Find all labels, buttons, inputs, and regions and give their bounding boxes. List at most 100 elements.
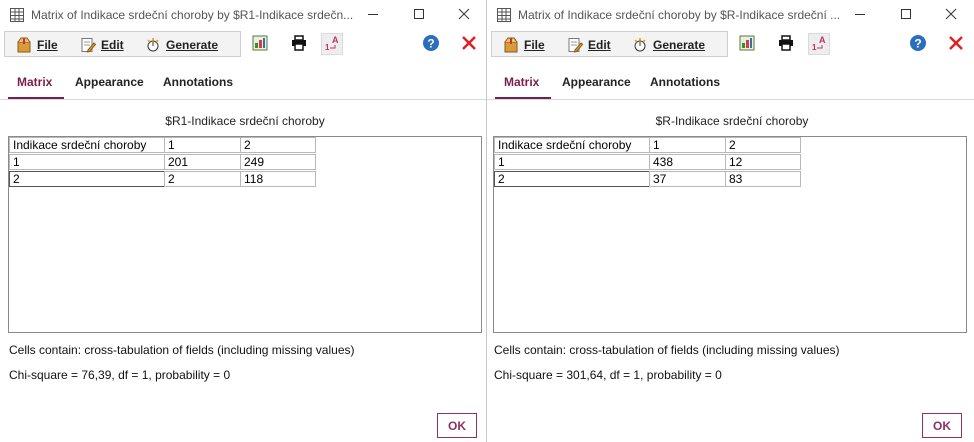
- active-tab-indicator: [8, 97, 64, 99]
- close-red-icon: [461, 35, 477, 54]
- generate-menu[interactable]: Generate: [145, 36, 218, 54]
- print-button[interactable]: [775, 33, 797, 55]
- svg-text:?: ?: [914, 36, 921, 50]
- table-cell[interactable]: 249: [240, 154, 316, 170]
- generate-menu[interactable]: Generate: [632, 36, 705, 54]
- table-cell[interactable]: 83: [725, 171, 801, 187]
- chi-square-text: Chi-square = 301,64, df = 1, probability…: [494, 368, 722, 382]
- table-cell[interactable]: 37: [649, 171, 726, 187]
- help-button[interactable]: ?: [907, 33, 929, 55]
- ok-button[interactable]: OK: [437, 413, 477, 438]
- tab-matrix[interactable]: Matrix: [504, 75, 539, 89]
- toolbar: File Edit Generate A 1 ?: [0, 30, 486, 60]
- svg-text:1: 1: [325, 43, 330, 51]
- maximize-button[interactable]: [412, 6, 426, 22]
- table-row-label[interactable]: 2: [494, 171, 650, 187]
- edit-icon: [567, 37, 584, 53]
- edit-menu[interactable]: Edit: [80, 36, 124, 54]
- print-icon: [291, 34, 307, 54]
- tab-annotations[interactable]: Annotations: [163, 75, 233, 89]
- generate-menu-label: Generate: [653, 38, 706, 52]
- table-cell[interactable]: 2: [164, 171, 241, 187]
- generate-menu-label: Generate: [166, 38, 219, 52]
- crosstab-table[interactable]: Indikace srdeční choroby 1 2 1 438 12 2 …: [493, 136, 967, 333]
- maximize-button[interactable]: [899, 6, 913, 22]
- window-title: Matrix of Indikace srdeční choroby by $R…: [518, 8, 841, 22]
- table-header-cell[interactable]: 2: [725, 137, 801, 153]
- graph-button[interactable]: [249, 33, 271, 55]
- graph-icon: [739, 35, 755, 54]
- tab-matrix[interactable]: Matrix: [17, 75, 52, 89]
- tab-annotations[interactable]: Annotations: [650, 75, 720, 89]
- menu-bar: File Edit Generate: [491, 31, 728, 57]
- table-icon: [10, 8, 24, 22]
- matrix-caption: $R1-Indikace srdeční choroby: [165, 114, 325, 128]
- help-icon: ?: [422, 34, 440, 55]
- help-button[interactable]: ?: [420, 33, 442, 55]
- file-menu-label: File: [37, 38, 58, 52]
- table-cell[interactable]: 12: [725, 154, 801, 170]
- svg-text:A: A: [819, 35, 826, 45]
- table-row-label[interactable]: 1: [494, 154, 650, 170]
- svg-text:1: 1: [812, 43, 817, 51]
- edit-menu[interactable]: Edit: [567, 36, 611, 54]
- table-row-label[interactable]: 1: [9, 154, 165, 170]
- tab-bar: Matrix Appearance Annotations: [0, 60, 486, 100]
- edit-menu-label: Edit: [101, 38, 124, 52]
- close-red-icon: [948, 35, 964, 54]
- svg-text:A: A: [332, 35, 339, 45]
- active-tab-indicator: [495, 97, 551, 99]
- toolbar: File Edit Generate A 1 ?: [487, 30, 974, 60]
- title-bar: Matrix of Indikace srdeční choroby by $R…: [487, 0, 974, 30]
- tab-appearance[interactable]: Appearance: [562, 75, 631, 89]
- table-header-cell[interactable]: Indikace srdeční choroby: [9, 137, 165, 153]
- close-output-button[interactable]: [945, 33, 967, 55]
- matrix-caption: $R-Indikace srdeční choroby: [655, 114, 809, 128]
- title-bar: Matrix of Indikace srdeční choroby by $R…: [0, 0, 486, 30]
- chi-square-text: Chi-square = 76,39, df = 1, probability …: [9, 368, 231, 382]
- table-header-cell[interactable]: 2: [240, 137, 316, 153]
- package-icon: [503, 37, 519, 53]
- format-icon: A1: [811, 35, 827, 54]
- cells-contain-text: Cells contain: cross-tabulation of field…: [9, 343, 355, 357]
- format-icon: A1: [324, 35, 340, 54]
- file-menu[interactable]: File: [16, 36, 58, 54]
- close-output-button[interactable]: [458, 33, 480, 55]
- file-menu[interactable]: File: [503, 36, 545, 54]
- close-window-button[interactable]: [944, 6, 958, 22]
- window-title: Matrix of Indikace srdeční choroby by $R…: [31, 8, 354, 22]
- cells-contain-text: Cells contain: cross-tabulation of field…: [494, 343, 840, 357]
- format-button[interactable]: A1: [808, 33, 830, 55]
- ok-button[interactable]: OK: [922, 413, 962, 438]
- edit-icon: [80, 37, 97, 53]
- svg-text:?: ?: [427, 36, 434, 50]
- format-button[interactable]: A1: [321, 33, 343, 55]
- close-window-button[interactable]: [457, 6, 471, 22]
- tab-appearance[interactable]: Appearance: [75, 75, 144, 89]
- generate-icon: [145, 37, 161, 53]
- file-menu-label: File: [524, 38, 545, 52]
- graph-icon: [252, 35, 268, 54]
- table-header-cell[interactable]: 1: [164, 137, 241, 153]
- print-button[interactable]: [288, 33, 310, 55]
- minimize-button[interactable]: [366, 6, 380, 22]
- edit-menu-label: Edit: [588, 38, 611, 52]
- table-cell[interactable]: 201: [164, 154, 241, 170]
- generate-icon: [632, 37, 648, 53]
- table-icon: [497, 8, 511, 22]
- package-icon: [16, 37, 32, 53]
- print-icon: [778, 34, 794, 54]
- help-icon: ?: [909, 34, 927, 55]
- table-header-cell[interactable]: Indikace srdeční choroby: [494, 137, 650, 153]
- crosstab-table[interactable]: Indikace srdeční choroby 1 2 1 201 249 2…: [8, 136, 482, 333]
- table-header-cell[interactable]: 1: [649, 137, 726, 153]
- matrix-window-right: Matrix of Indikace srdeční choroby by $R…: [487, 0, 974, 442]
- table-cell[interactable]: 118: [240, 171, 316, 187]
- table-row-label[interactable]: 2: [9, 171, 165, 187]
- minimize-button[interactable]: [853, 6, 867, 22]
- matrix-window-left: Matrix of Indikace srdeční choroby by $R…: [0, 0, 487, 442]
- menu-bar: File Edit Generate: [4, 31, 241, 57]
- tab-bar: Matrix Appearance Annotations: [487, 60, 974, 100]
- graph-button[interactable]: [736, 33, 758, 55]
- table-cell[interactable]: 438: [649, 154, 726, 170]
